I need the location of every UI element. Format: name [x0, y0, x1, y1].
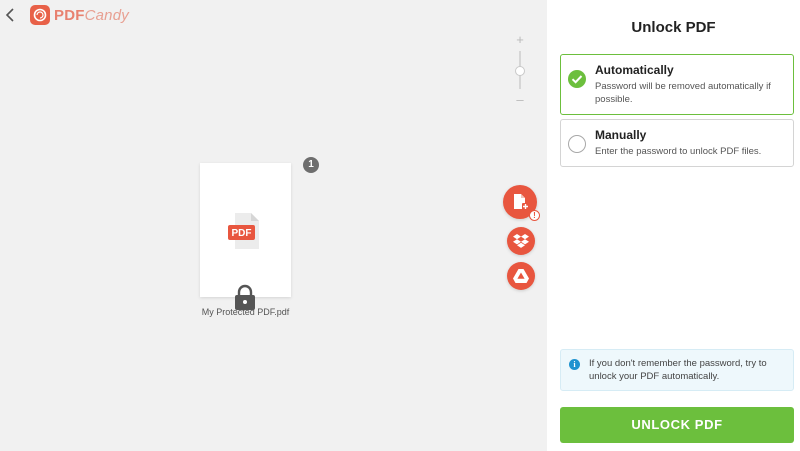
- google-drive-button[interactable]: [507, 262, 535, 290]
- pdf-file-icon: PDF: [227, 211, 263, 251]
- file-thumbnail[interactable]: PDF: [200, 163, 291, 310]
- option-title: Automatically: [595, 63, 674, 77]
- zoom-handle[interactable]: [515, 66, 525, 76]
- warning-badge: !: [529, 210, 540, 221]
- app-logo[interactable]: PDFCandy: [30, 5, 129, 25]
- file-name: My Protected PDF.pdf: [201, 307, 290, 317]
- unlock-pdf-button[interactable]: UNLOCK PDF: [560, 407, 794, 443]
- option-automatically[interactable]: Automatically Password will be removed a…: [560, 54, 794, 115]
- zoom-out-button[interactable]: –: [513, 93, 527, 106]
- zoom-slider[interactable]: + –: [513, 33, 527, 106]
- dropbox-button[interactable]: [507, 227, 535, 255]
- add-file-icon: [514, 194, 529, 210]
- option-description: Password will be removed automatically i…: [595, 81, 771, 105]
- back-icon[interactable]: [4, 6, 18, 24]
- workspace: PDFCandy + – PDF 1 My Protected PDF.pdf: [0, 0, 547, 451]
- google-drive-icon: [513, 269, 529, 283]
- svg-text:PDF: PDF: [232, 228, 252, 239]
- dropbox-icon: [513, 233, 529, 248]
- option-title: Manually: [595, 128, 647, 142]
- zoom-in-button[interactable]: +: [513, 33, 527, 46]
- logo-text: PDFCandy: [54, 6, 129, 24]
- check-icon[interactable]: [568, 70, 586, 88]
- file-count-badge: 1: [303, 157, 319, 173]
- info-text: If you don't remember the password, try …: [589, 358, 767, 382]
- panel-title: Unlock PDF: [631, 19, 716, 36]
- options-panel: Unlock PDF Automatically Password will b…: [547, 0, 800, 451]
- info-icon: i: [569, 359, 580, 370]
- option-manually[interactable]: Manually Enter the password to unlock PD…: [560, 119, 794, 167]
- option-description: Enter the password to unlock PDF files.: [595, 146, 762, 157]
- info-box: i If you don't remember the password, tr…: [560, 349, 794, 391]
- radio-button[interactable]: [568, 135, 586, 153]
- pdfcandy-logo-icon: [30, 5, 50, 25]
